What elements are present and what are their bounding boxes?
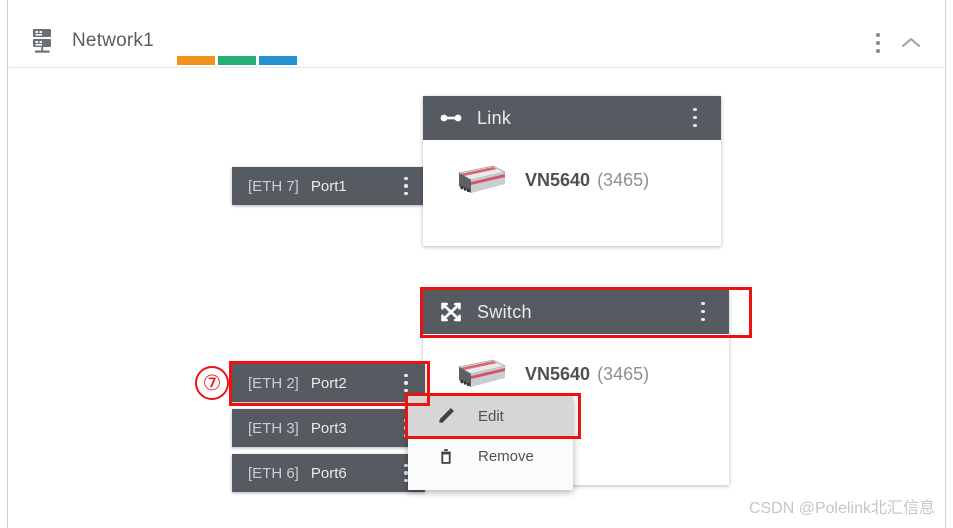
port-name-label: Port6 bbox=[310, 464, 347, 482]
bar-orange bbox=[177, 56, 215, 65]
window-frame-right bbox=[945, 0, 953, 528]
bar-blue bbox=[259, 56, 297, 65]
port-eth-label: [ETH 6] bbox=[248, 464, 299, 482]
link-icon bbox=[439, 106, 463, 130]
window-frame-left bbox=[0, 0, 8, 528]
port-eth-label: [ETH 2] bbox=[248, 374, 299, 392]
device-name: VN5640 bbox=[525, 169, 591, 190]
shuffle-switch-icon bbox=[439, 300, 463, 324]
panel-switch-title: Switch bbox=[477, 301, 532, 322]
page-title: Network1 bbox=[72, 30, 154, 51]
panel-link: Link VN5640 (3465) bbox=[423, 96, 721, 246]
status-bar-group bbox=[177, 56, 297, 65]
port-chip-port6[interactable]: [ETH 6] Port6 bbox=[232, 454, 425, 492]
port-name-label: Port1 bbox=[310, 177, 347, 195]
port-name-label: Port2 bbox=[310, 374, 347, 392]
network-canvas: [ETH 7] Port1 Link VN5640 (3465) Switch … bbox=[9, 69, 944, 521]
step-number-marker: ⑦ bbox=[195, 366, 229, 400]
port-eth-label: [ETH 3] bbox=[248, 419, 299, 437]
header-more-vertical-icon[interactable] bbox=[869, 33, 887, 53]
context-menu: Edit Remove bbox=[408, 396, 573, 490]
vn5640-device-icon bbox=[449, 162, 507, 198]
port-more-vertical-icon[interactable] bbox=[399, 177, 413, 195]
context-menu-item-label: Edit bbox=[478, 407, 504, 425]
port-eth-label: [ETH 7] bbox=[248, 177, 299, 195]
panel-link-body: VN5640 (3465) bbox=[423, 140, 721, 246]
network-server-icon bbox=[29, 28, 59, 54]
panel-switch-header: Switch bbox=[423, 290, 729, 334]
port-name-label: Port3 bbox=[310, 419, 347, 437]
device-id: (3465) bbox=[597, 363, 650, 384]
device-id: (3465) bbox=[597, 169, 650, 190]
trash-icon bbox=[436, 446, 456, 466]
network-header: Network1 bbox=[9, 6, 944, 68]
device-name: VN5640 bbox=[525, 363, 591, 384]
panel-link-more-vertical-icon[interactable] bbox=[687, 108, 703, 127]
chevron-up-icon[interactable] bbox=[900, 35, 922, 51]
watermark: CSDN @Polelink北汇信息 bbox=[748, 500, 935, 517]
bar-green bbox=[218, 56, 256, 65]
application-window: Network1 [ETH 7] Port1 Link VN5640 (3465… bbox=[0, 0, 953, 528]
vn5640-device-icon bbox=[449, 356, 507, 392]
port-more-vertical-icon[interactable] bbox=[399, 374, 413, 392]
port-chip-port1[interactable]: [ETH 7] Port1 bbox=[232, 167, 425, 205]
panel-link-title: Link bbox=[477, 107, 512, 128]
device-row-switch[interactable]: VN5640 (3465) bbox=[423, 334, 729, 392]
panel-link-header: Link bbox=[423, 96, 721, 140]
context-menu-item-label: Remove bbox=[478, 447, 534, 465]
port-chip-port3[interactable]: [ETH 3] Port3 bbox=[232, 409, 425, 447]
panel-switch-more-vertical-icon[interactable] bbox=[695, 302, 711, 321]
context-menu-item-edit[interactable]: Edit bbox=[408, 396, 573, 436]
device-row-link[interactable]: VN5640 (3465) bbox=[423, 140, 721, 198]
pencil-icon bbox=[436, 406, 456, 426]
context-menu-item-remove[interactable]: Remove bbox=[408, 436, 573, 476]
port-chip-port2[interactable]: [ETH 2] Port2 bbox=[232, 364, 425, 402]
